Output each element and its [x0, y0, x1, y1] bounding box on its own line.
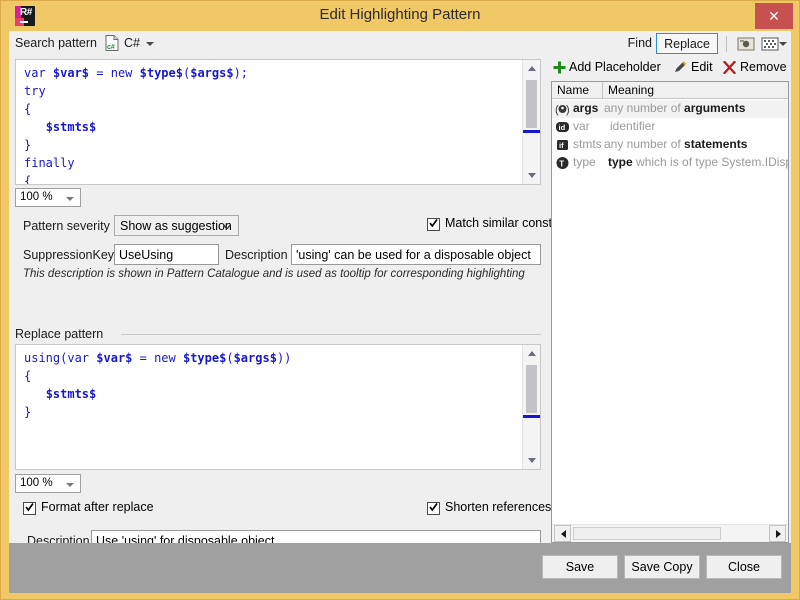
- format-after-replace-label: Format after replace: [41, 500, 154, 514]
- check-icon: [25, 502, 34, 512]
- close-button[interactable]: Close: [706, 555, 782, 579]
- pattern-severity-label: Pattern severity: [23, 219, 110, 233]
- replace-pattern-group-title: Replace pattern: [15, 327, 109, 341]
- placeholder-meaning: identifier: [610, 119, 655, 133]
- shorten-references-label: Shorten references: [445, 500, 551, 514]
- search-pattern-toolbar: Search pattern c# C# Find Replace: [9, 31, 791, 57]
- tab-replace[interactable]: Replace: [656, 33, 718, 54]
- table-row[interactable]: ( ) args any number of arguments: [552, 100, 788, 118]
- search-pattern-label: Search pattern: [15, 36, 97, 50]
- placeholder-meaning: any number of arguments: [604, 101, 745, 115]
- edit-placeholder-button[interactable]: Edit: [691, 60, 713, 74]
- placeholder-meaning: any number of statements: [604, 137, 747, 151]
- replace-zoom-selector[interactable]: 100 %: [15, 474, 81, 493]
- title-bar: R# Edit Highlighting Pattern ✕: [1, 1, 799, 31]
- pattern-options-icon[interactable]: [761, 36, 779, 52]
- placeholders-horizontal-scrollbar[interactable]: [552, 524, 788, 542]
- search-pattern-code: var $var$ = new $type$($args$); try { $s…: [24, 64, 248, 185]
- pattern-severity-value: Show as suggestion: [120, 219, 232, 233]
- suppression-key-input[interactable]: UseUsing: [114, 244, 219, 265]
- replace-pattern-editor[interactable]: using(var $var$ = new $type$($args$)) { …: [15, 344, 541, 470]
- close-window-button[interactable]: ✕: [755, 3, 793, 29]
- pencil-icon[interactable]: [673, 61, 687, 74]
- toolbar-divider: [726, 36, 727, 52]
- svg-text:if: if: [559, 141, 564, 150]
- placeholder-meaning: type which is of type System.IDispos: [608, 155, 789, 169]
- type-placeholder-icon: T: [555, 156, 570, 170]
- column-header-meaning[interactable]: Meaning: [608, 83, 654, 97]
- suppression-key-label: SuppressionKey: [23, 248, 114, 262]
- scroll-down-icon[interactable]: [523, 167, 540, 184]
- suppression-key-value: UseUsing: [119, 248, 173, 262]
- replace-editor-scrollbar[interactable]: [522, 345, 540, 469]
- remove-placeholder-button[interactable]: Remove: [740, 60, 787, 74]
- table-row[interactable]: if stmts any number of statements: [552, 136, 788, 154]
- statement-placeholder-icon: if: [555, 138, 570, 152]
- chevron-down-icon: [223, 224, 231, 229]
- table-row[interactable]: T type type which is of type System.IDis…: [552, 154, 788, 172]
- placeholders-table-header: Name Meaning: [552, 82, 788, 99]
- svg-text:id: id: [559, 123, 566, 132]
- placeholder-name: var: [573, 119, 590, 133]
- placeholders-list: Name Meaning ( ) args any number of argu…: [551, 81, 789, 543]
- replace-zoom-value: 100 %: [20, 477, 53, 489]
- scrollbar-thumb[interactable]: [526, 80, 537, 128]
- pattern-description-note: This description is shown in Pattern Cat…: [23, 268, 525, 280]
- placeholders-panel: Add Placeholder Edit Remove Name Meaning: [549, 57, 791, 543]
- scrollbar-thumb[interactable]: [573, 527, 721, 540]
- scroll-up-icon[interactable]: [523, 60, 540, 77]
- language-selector-label[interactable]: C#: [124, 36, 140, 50]
- argument-placeholder-icon: ( ): [555, 102, 570, 116]
- table-row[interactable]: id var identifier: [552, 118, 788, 136]
- replace-pattern-code: using(var $var$ = new $type$($args$)) { …: [24, 349, 291, 421]
- add-placeholder-button[interactable]: Add Placeholder: [569, 60, 661, 74]
- chevron-down-icon: [66, 483, 74, 487]
- identifier-placeholder-icon: id: [555, 120, 570, 134]
- plus-icon[interactable]: [553, 61, 566, 74]
- search-zoom-value: 100 %: [20, 191, 53, 203]
- save-button[interactable]: Save: [542, 555, 618, 579]
- pattern-preview-icon[interactable]: [737, 36, 755, 52]
- scrollbar-thumb[interactable]: [526, 365, 537, 413]
- chevron-down-icon[interactable]: [146, 42, 154, 46]
- csharp-file-icon: c#: [105, 35, 119, 51]
- window-title: Edit Highlighting Pattern: [1, 6, 799, 23]
- check-icon: [429, 218, 438, 228]
- scroll-right-icon[interactable]: [769, 525, 786, 542]
- check-icon: [429, 502, 438, 512]
- save-copy-button[interactable]: Save Copy: [624, 555, 700, 579]
- dialog-window: R# Edit Highlighting Pattern ✕ Search pa…: [0, 0, 800, 600]
- placeholder-name: type: [573, 155, 596, 169]
- placeholder-name: args: [573, 101, 598, 115]
- dialog-footer: Save Save Copy Close: [9, 543, 791, 593]
- svg-text:): ): [566, 104, 570, 116]
- scroll-down-icon[interactable]: [523, 452, 540, 469]
- pattern-description-label: Description: [225, 248, 288, 262]
- svg-text:c#: c#: [107, 44, 115, 51]
- scrollbar-marker: [523, 130, 540, 133]
- x-icon[interactable]: [723, 61, 736, 74]
- column-header-name[interactable]: Name: [557, 83, 589, 97]
- dialog-client-area: Search pattern c# C# Find Replace: [9, 31, 791, 543]
- chevron-down-icon: [66, 197, 74, 201]
- pattern-severity-select[interactable]: Show as suggestion: [114, 215, 239, 236]
- search-zoom-selector[interactable]: 100 %: [15, 188, 81, 207]
- scroll-up-icon[interactable]: [523, 345, 540, 362]
- scrollbar-marker: [523, 415, 540, 418]
- svg-text:T: T: [559, 160, 564, 169]
- svg-text:(: (: [555, 104, 559, 116]
- pattern-description-value: 'using' can be used for a disposable obj…: [296, 248, 531, 262]
- tab-find[interactable]: Find: [622, 34, 658, 53]
- chevron-down-icon[interactable]: [779, 42, 787, 46]
- search-editor-scrollbar[interactable]: [522, 60, 540, 184]
- left-column: var $var$ = new $type$($args$); try { $s…: [9, 57, 547, 543]
- placeholders-toolbar: Add Placeholder Edit Remove: [549, 57, 791, 79]
- scroll-left-icon[interactable]: [554, 525, 571, 542]
- pattern-description-input[interactable]: 'using' can be used for a disposable obj…: [291, 244, 541, 265]
- search-pattern-editor[interactable]: var $var$ = new $type$($args$); try { $s…: [15, 59, 541, 185]
- group-divider: [121, 334, 541, 335]
- placeholder-name: stmts: [573, 137, 602, 151]
